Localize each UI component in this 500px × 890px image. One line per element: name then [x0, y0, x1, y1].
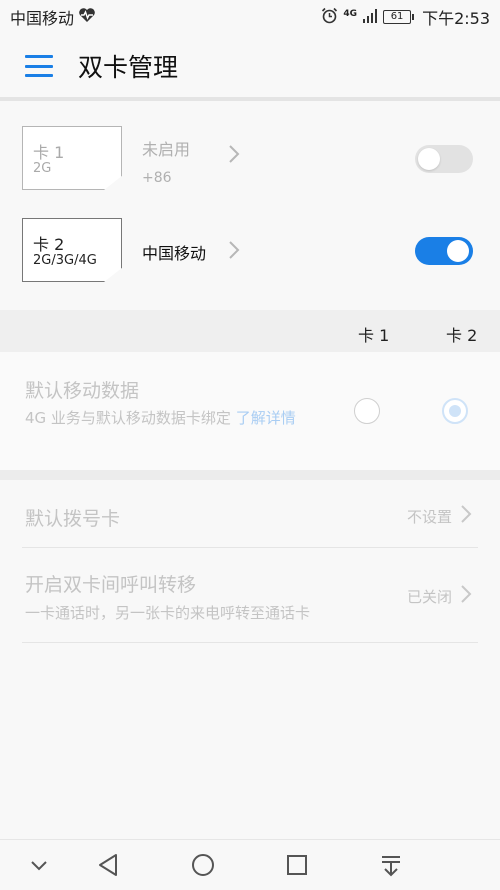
section-separator [0, 470, 500, 480]
call-forward-value: 已关闭 [406, 588, 452, 606]
call-forward-title: 开启双卡间呼叫转移 [25, 574, 197, 596]
app-bar-divider [0, 97, 500, 101]
menu-icon[interactable] [25, 55, 53, 77]
sim-tech-label: 2G/3G/4G [33, 253, 97, 268]
default-data-title: 默认移动数据 [25, 380, 140, 402]
battery-icon: 61 [383, 10, 415, 24]
sim-1-toggle[interactable] [415, 145, 473, 173]
sim-info-1: 未启用 +86 [142, 136, 190, 186]
carrier-label: 中国移动 [10, 9, 75, 28]
default-data-radio-sim-2[interactable] [442, 398, 468, 424]
sim-row-1[interactable]: 卡 1 2G 未启用 +86 [0, 120, 500, 200]
chevron-right-icon [460, 504, 472, 529]
sim-row-2[interactable]: 卡 2 2G/3G/4G 中国移动 [0, 212, 500, 292]
nav-home-icon[interactable] [188, 850, 218, 880]
navigation-bar [0, 839, 500, 890]
sim-2-toggle[interactable] [415, 237, 473, 265]
call-forward-row[interactable]: 开启双卡间呼叫转移 一卡通话时，另一张卡的来电呼转至通话卡 已关闭 [0, 548, 500, 642]
default-data-radio-sim-1[interactable] [354, 398, 380, 424]
status-bar: 中国移动 4G 61 下午2:53 [0, 0, 500, 34]
nav-recents-icon[interactable] [282, 850, 312, 880]
page-title: 双卡管理 [78, 53, 179, 82]
divider [22, 642, 478, 643]
call-forward-subtitle: 一卡通话时，另一张卡的来电呼转至通话卡 [25, 604, 311, 622]
chevron-right-icon [460, 584, 472, 609]
app-bar: 双卡管理 [0, 34, 500, 98]
sim-name: 中国移动 [142, 244, 207, 263]
nav-back-icon[interactable] [94, 850, 124, 880]
default-dial-value: 不设置 [406, 508, 452, 526]
sim-slot-label: 卡 1 [33, 143, 65, 162]
sim-tech-label: 2G [33, 161, 52, 176]
battery-level: 61 [390, 11, 404, 22]
chevron-right-icon [228, 240, 240, 266]
alarm-icon [321, 7, 338, 28]
chevron-right-icon [228, 144, 240, 170]
column-sim-1: 卡 1 [358, 326, 390, 345]
default-data-desc-text: 4G 业务与默认移动数据卡绑定 [25, 409, 231, 427]
nav-notification-icon[interactable] [376, 850, 406, 880]
learn-more-link[interactable]: 了解详情 [236, 409, 296, 427]
sim-card-1-icon: 卡 1 2G [22, 126, 122, 190]
default-data-description: 4G 业务与默认移动数据卡绑定 了解详情 [25, 408, 315, 429]
default-dial-title: 默认拨号卡 [25, 508, 121, 530]
sim-name: 未启用 [142, 140, 191, 159]
heart-pulse-icon [78, 7, 96, 27]
nav-down-icon[interactable] [24, 850, 54, 880]
network-type: 4G [343, 9, 358, 19]
sim-column-header: 卡 1 卡 2 [0, 310, 500, 352]
default-data-section: 默认移动数据 4G 业务与默认移动数据卡绑定 了解详情 [0, 352, 500, 470]
clock: 下午2:53 [422, 9, 490, 28]
sim-number: +86 [142, 170, 172, 186]
sim-card-2-icon: 卡 2 2G/3G/4G [22, 218, 122, 282]
column-sim-2: 卡 2 [446, 326, 478, 345]
default-dial-row[interactable]: 默认拨号卡 不设置 [0, 480, 500, 548]
sim-info-2: 中国移动 [142, 240, 206, 264]
sim-slot-label: 卡 2 [33, 235, 65, 254]
signal-icon [362, 8, 378, 27]
